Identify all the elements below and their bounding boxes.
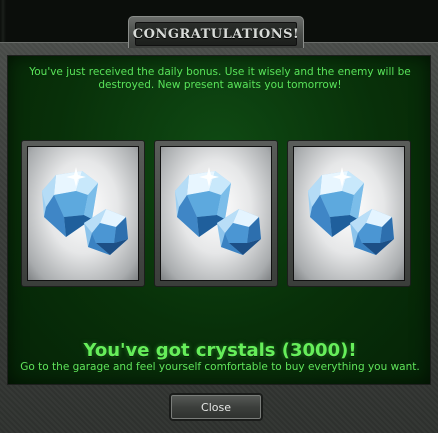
result-title: You've got crystals (3000)! (83, 340, 357, 361)
intro-text: You've just received the daily bonus. Us… (29, 66, 411, 91)
crystal-icon (175, 167, 261, 255)
dialog-title: CONGRATULATIONS! (132, 26, 300, 42)
crystal-icon (42, 167, 128, 255)
crystal-icon (308, 167, 394, 255)
dialog-title-tab: CONGRATULATIONS! (128, 16, 304, 48)
reward-card-3 (287, 140, 411, 287)
reward-card-1 (21, 140, 145, 287)
result-subtitle: Go to the garage and feel yourself comfo… (20, 361, 420, 373)
reward-card-image (293, 146, 405, 281)
dialog-panel: You've just received the daily bonus. Us… (7, 55, 431, 385)
reward-card-image (160, 146, 272, 281)
close-button[interactable]: Close (169, 393, 263, 421)
dialog-title-plate: CONGRATULATIONS! (132, 22, 300, 46)
reward-card-2 (154, 140, 278, 287)
reward-card-image (27, 146, 139, 281)
